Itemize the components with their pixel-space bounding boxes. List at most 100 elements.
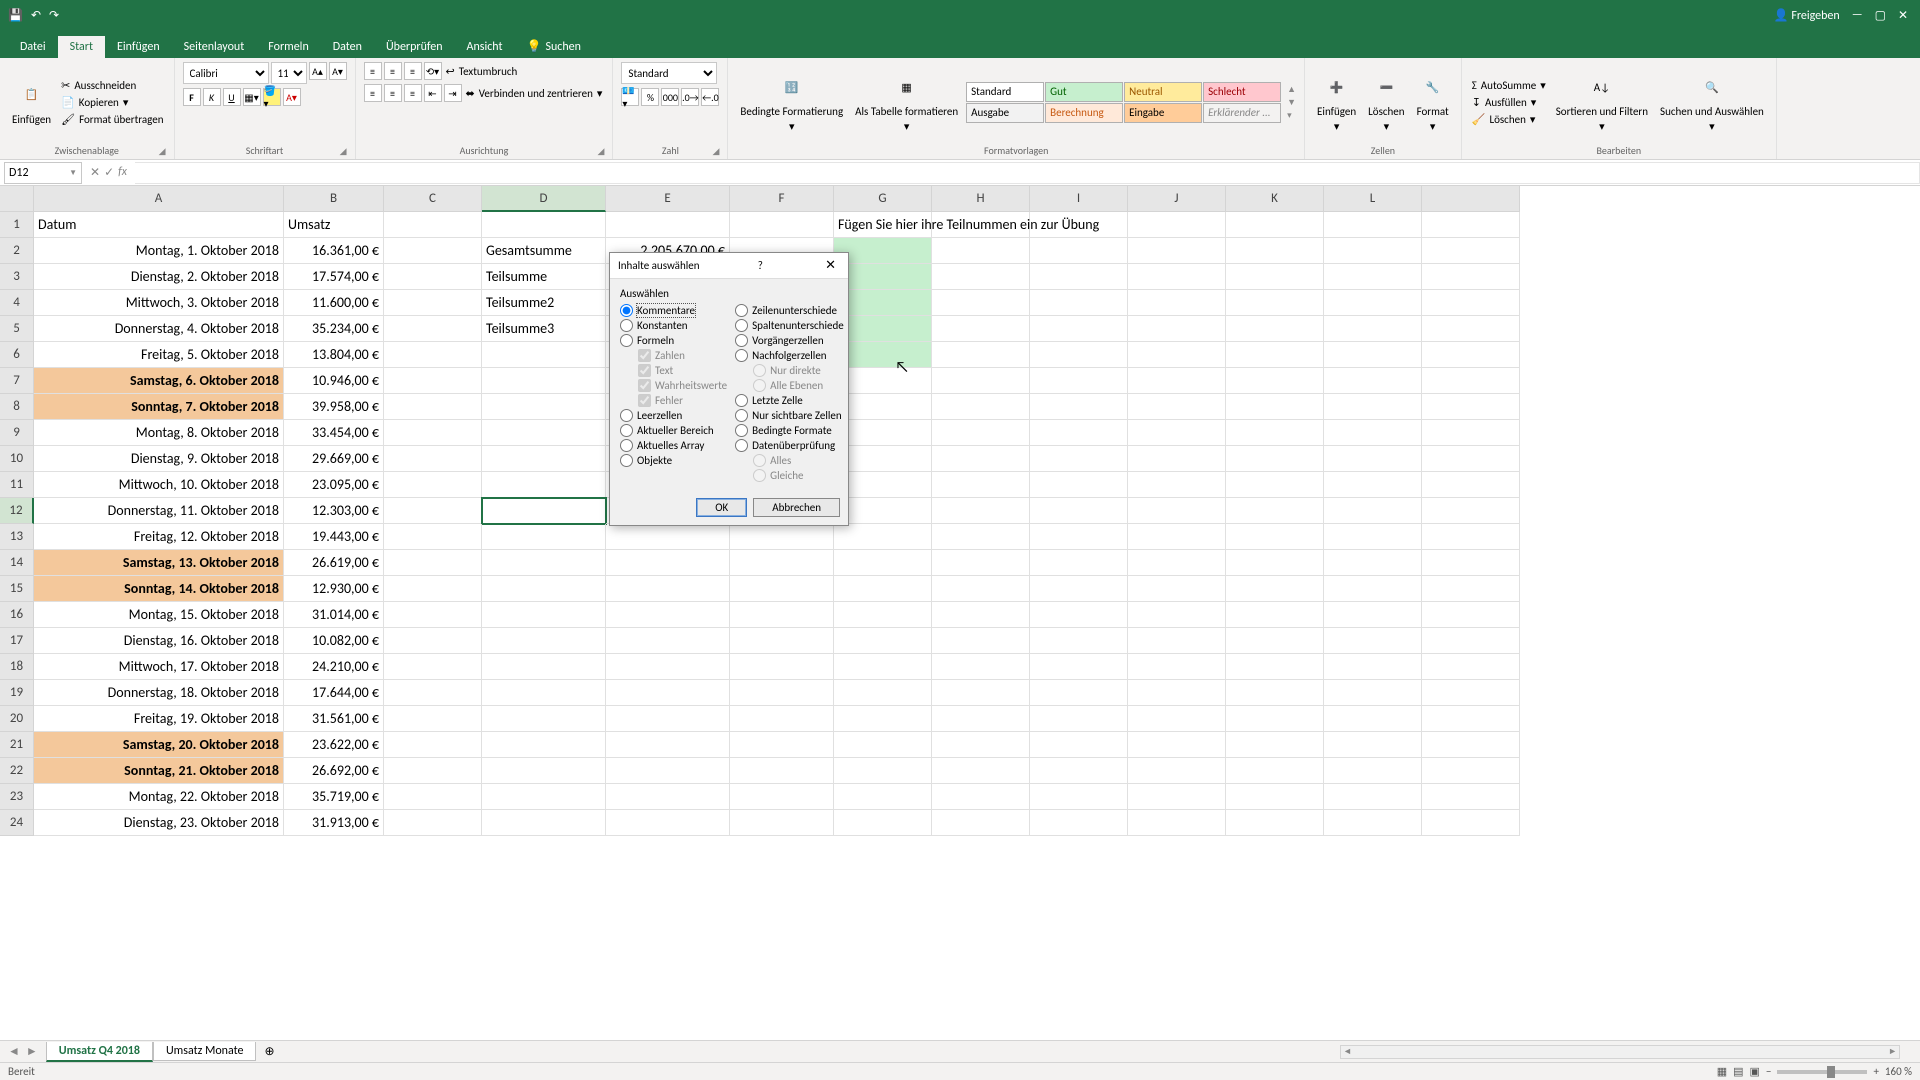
cell-undefined21[interactable] [1422,732,1520,758]
cell-I14[interactable] [1030,550,1128,576]
row-header-9[interactable]: 9 [0,420,34,446]
cell-I4[interactable] [1030,290,1128,316]
cell-J19[interactable] [1128,680,1226,706]
cell-L18[interactable] [1324,654,1422,680]
row-header-17[interactable]: 17 [0,628,34,654]
cell-D14[interactable] [482,550,606,576]
align-top-icon[interactable]: ≡ [364,62,382,80]
tab-file[interactable]: Datei [8,36,58,58]
cell-C5[interactable] [384,316,482,342]
sheet-tab-2[interactable]: Umsatz Monate [153,1042,256,1061]
cell-C6[interactable] [384,342,482,368]
cell-K23[interactable] [1226,784,1324,810]
cell-K5[interactable] [1226,316,1324,342]
cell-A15[interactable]: Sonntag, 14. Oktober 2018 [34,576,284,602]
cell-L24[interactable] [1324,810,1422,836]
row-header-13[interactable]: 13 [0,524,34,550]
cell-A4[interactable]: Mittwoch, 3. Oktober 2018 [34,290,284,316]
cell-D4[interactable]: Teilsumme2 [482,290,606,316]
cell-J8[interactable] [1128,394,1226,420]
cell-L19[interactable] [1324,680,1422,706]
cell-J1[interactable] [1128,212,1226,238]
align-launcher[interactable]: ◢ [597,146,604,157]
spreadsheet-grid[interactable]: ABCDEFGHIJKL1DatumUmsatzFügen Sie hier i… [0,186,1920,1046]
format-table-button[interactable]: ▦Als Tabelle formatieren▾ [851,69,962,135]
cell-F17[interactable] [730,628,834,654]
cell-undefined14[interactable] [1422,550,1520,576]
cell-K6[interactable] [1226,342,1324,368]
styles-up-icon[interactable]: ▲ [1287,84,1296,95]
sheet-nav-last-icon[interactable]: ► [26,1044,38,1059]
cell-C18[interactable] [384,654,482,680]
cell-H5[interactable] [932,316,1030,342]
formula-input[interactable] [135,162,1920,184]
cell-L2[interactable] [1324,238,1422,264]
col-header-K[interactable]: K [1226,186,1324,212]
cell-L9[interactable] [1324,420,1422,446]
cell-A3[interactable]: Dienstag, 2. Oktober 2018 [34,264,284,290]
cell-E22[interactable] [606,758,730,784]
cell-K8[interactable] [1226,394,1324,420]
italic-button[interactable]: K [203,88,221,106]
inc-decimal-icon[interactable]: .0→ [681,88,699,106]
insert-cells-button[interactable]: ➕Einfügen▾ [1313,69,1360,135]
cell-E24[interactable] [606,810,730,836]
cell-F13[interactable] [730,524,834,550]
cell-H23[interactable] [932,784,1030,810]
cell-D16[interactable] [482,602,606,628]
tab-data[interactable]: Daten [321,36,374,58]
cell-J21[interactable] [1128,732,1226,758]
styles-down-icon[interactable]: ▼ [1287,97,1296,108]
cell-B15[interactable]: 12.930,00 € [284,576,384,602]
style-ausgabe[interactable]: Ausgabe [966,103,1044,123]
cell-K22[interactable] [1226,758,1324,784]
cell-K3[interactable] [1226,264,1324,290]
cell-J17[interactable] [1128,628,1226,654]
cell-J13[interactable] [1128,524,1226,550]
cancel-button[interactable]: Abbrechen [753,498,840,517]
tab-home[interactable]: Start [58,36,105,58]
clipboard-launcher[interactable]: ◢ [159,146,166,157]
cell-L8[interactable] [1324,394,1422,420]
row-header-22[interactable]: 22 [0,758,34,784]
cell-C4[interactable] [384,290,482,316]
cell-D6[interactable] [482,342,606,368]
cell-I7[interactable] [1030,368,1128,394]
cond-format-button[interactable]: 🔢Bedingte Formatierung▾ [736,69,847,135]
accept-formula-icon[interactable]: ✓ [104,165,114,180]
cell-I9[interactable] [1030,420,1128,446]
cut-button[interactable]: ✂ Ausschneiden [59,78,165,93]
col-header-F[interactable]: F [730,186,834,212]
opt-letzte[interactable] [735,394,748,407]
cell-D2[interactable]: Gesamtsumme [482,238,606,264]
ok-button[interactable]: OK [696,498,747,517]
cell-K21[interactable] [1226,732,1324,758]
cell-L16[interactable] [1324,602,1422,628]
style-neutral[interactable]: Neutral [1124,82,1202,102]
cell-C23[interactable] [384,784,482,810]
fill-color-button[interactable]: 🪣▾ [263,88,281,106]
cell-H14[interactable] [932,550,1030,576]
opt-aktarray[interactable] [620,439,633,452]
indent-dec-icon[interactable]: ⇤ [424,84,442,102]
font-color-button[interactable]: A▾ [283,88,301,106]
cell-H22[interactable] [932,758,1030,784]
cell-B1[interactable]: Umsatz [284,212,384,238]
cell-C10[interactable] [384,446,482,472]
opt-zeilen[interactable] [735,304,748,317]
row-header-18[interactable]: 18 [0,654,34,680]
cell-I5[interactable] [1030,316,1128,342]
col-header-L[interactable]: L [1324,186,1422,212]
row-header-11[interactable]: 11 [0,472,34,498]
col-header-E[interactable]: E [606,186,730,212]
tab-insert[interactable]: Einfügen [105,36,172,58]
cell-A1[interactable]: Datum [34,212,284,238]
cell-B14[interactable]: 26.619,00 € [284,550,384,576]
row-header-12[interactable]: 12 [0,498,34,524]
align-bottom-icon[interactable]: ≡ [404,62,422,80]
cell-J11[interactable] [1128,472,1226,498]
cell-B13[interactable]: 19.443,00 € [284,524,384,550]
thousands-icon[interactable]: 000 [661,88,679,106]
cell-J15[interactable] [1128,576,1226,602]
cell-B11[interactable]: 23.095,00 € [284,472,384,498]
